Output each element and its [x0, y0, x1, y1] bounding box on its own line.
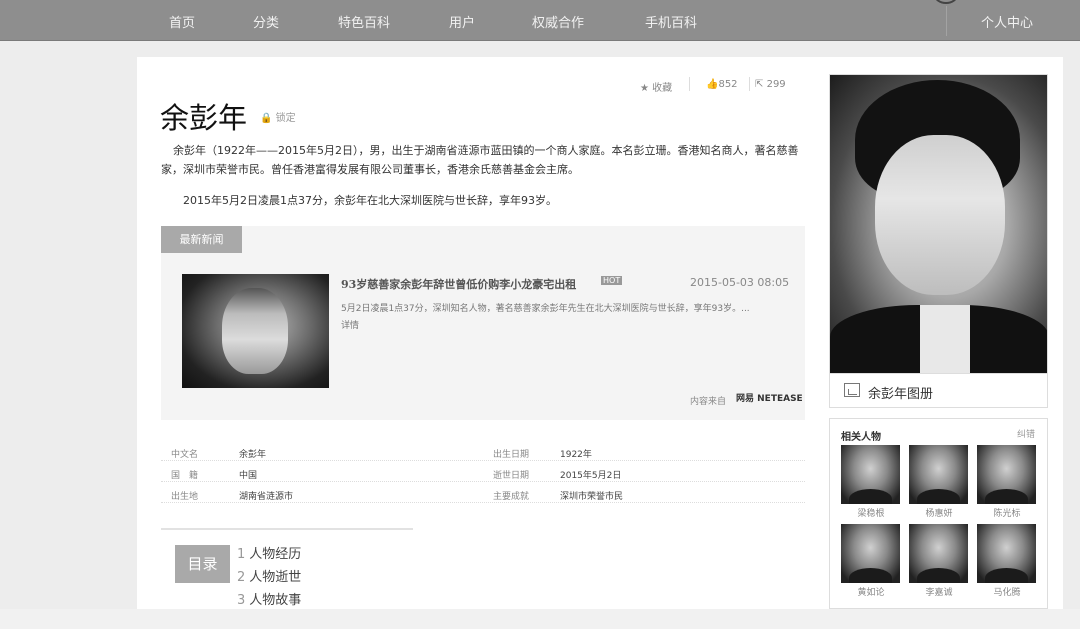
favorite-button[interactable]: ★ 收藏	[640, 79, 672, 94]
related-person[interactable]: 李嘉诚	[909, 524, 969, 598]
info-value: 湖南省涟源市	[239, 492, 294, 502]
toc-label: 目录	[175, 545, 230, 583]
related-person[interactable]: 杨惠妍	[909, 445, 969, 519]
toc-item[interactable]: 2 人物逝世	[237, 566, 301, 585]
info-value: 深圳市荣誉市民	[560, 492, 624, 502]
person-avatar	[977, 524, 1036, 583]
person-name: 梁稳根	[857, 509, 885, 519]
like-count: 852	[718, 79, 738, 90]
news-detail-link[interactable]: 详情	[341, 321, 359, 331]
action-divider	[689, 77, 690, 91]
correction-link[interactable]: 纠错	[1017, 427, 1035, 440]
related-person[interactable]: 陈光标	[977, 445, 1037, 519]
toc-divider	[161, 528, 413, 530]
album-link[interactable]: 余彭年图册	[829, 374, 1048, 408]
death-paragraph: 2015年5月2日凌晨1点37分，余彭年在北大深圳医院与世长辞，享年93岁。	[183, 194, 557, 207]
info-value: 1922年	[560, 450, 592, 460]
top-navigation-bar: 首页 分类 特色百科 用户 权威合作 手机百科 个人中心	[0, 0, 1080, 41]
toc-number: 2	[237, 570, 246, 585]
bottom-strip	[0, 609, 1080, 629]
share-count: 299	[766, 79, 786, 90]
nav-mobile[interactable]: 手机百科	[645, 12, 697, 31]
related-people-panel: 相关人物 纠错 梁稳根 杨惠妍 陈光标 黄如论 李嘉诚 马化腾	[829, 418, 1048, 609]
info-label: 出生地	[171, 492, 199, 502]
lock-icon: 🔒	[260, 113, 273, 124]
person-avatar	[841, 524, 900, 583]
news-headline[interactable]: 93岁慈善家余彭年辞世曾低价购李小龙豪宅出租	[341, 276, 576, 292]
portrait-shape	[920, 305, 970, 373]
nav-category[interactable]: 分类	[253, 12, 279, 31]
person-name: 马化腾	[993, 588, 1021, 598]
nav-featured[interactable]: 特色百科	[338, 12, 390, 31]
toc-text: 人物经历	[249, 547, 302, 562]
summary-paragraph: 余彭年（1922年——2015年5月2日），男，出生于湖南省涟源市蓝田镇的一个商…	[161, 144, 799, 176]
page-title: 余彭年	[160, 101, 248, 135]
toc-item[interactable]: 3 人物故事	[237, 589, 301, 608]
person-name: 黄如论	[857, 588, 885, 598]
related-heading: 相关人物	[841, 432, 881, 443]
favorite-label: 收藏	[652, 83, 673, 94]
info-row: 中文名 余彭年 出生日期 1922年	[161, 444, 805, 461]
info-row: 出生地 湖南省涟源市 主要成就 深圳市荣誉市民	[161, 486, 805, 503]
hot-badge: HOT	[601, 276, 623, 285]
related-person[interactable]: 梁稳根	[841, 445, 901, 519]
netease-logo[interactable]: 网易 NETEASE	[736, 391, 803, 404]
nav-partners[interactable]: 权威合作	[532, 12, 584, 31]
toc-text: 人物故事	[249, 593, 302, 608]
star-icon: ★	[640, 83, 649, 94]
info-label: 国 籍	[171, 471, 199, 481]
toc-item[interactable]: 1 人物经历	[237, 543, 301, 562]
nav-users[interactable]: 用户	[449, 12, 475, 31]
share-button[interactable]: ⇱ 299	[755, 79, 786, 90]
info-row: 国 籍 中国 逝世日期 2015年5月2日	[161, 465, 805, 482]
image-gallery-icon	[844, 383, 860, 397]
portrait-shape	[875, 135, 1005, 295]
info-label: 中文名	[171, 450, 199, 460]
info-value: 余彭年	[239, 450, 267, 460]
tab-latest-news[interactable]: 最新新闻	[161, 226, 242, 253]
lock-label: 锁定	[275, 113, 296, 124]
news-excerpt: 5月2日凌晨1点37分，深圳知名人物，著名慈善家余彭年先生在北大深圳医院与世长辞…	[341, 301, 786, 335]
source-label: 内容来自	[690, 397, 727, 407]
toc-number: 1	[237, 547, 246, 562]
info-label: 主要成就	[493, 492, 530, 502]
nav-divider	[946, 6, 947, 36]
ring-icon	[934, 0, 958, 4]
person-name: 杨惠妍	[925, 509, 953, 519]
person-name: 李嘉诚	[925, 588, 953, 598]
action-divider	[749, 77, 750, 91]
portrait-shape	[222, 288, 288, 374]
news-excerpt-text: 5月2日凌晨1点37分，深圳知名人物，著名慈善家余彭年先生在北大深圳医院与世长辞…	[341, 304, 750, 314]
related-person[interactable]: 黄如论	[841, 524, 901, 598]
person-avatar	[909, 445, 968, 504]
thumb-up-icon: 👍	[706, 79, 719, 90]
info-value: 中国	[239, 471, 258, 481]
person-avatar	[909, 524, 968, 583]
news-date: 2015-05-03 08:05	[690, 276, 790, 289]
info-label: 出生日期	[493, 450, 530, 460]
share-icon: ⇱	[755, 79, 764, 90]
person-avatar	[841, 445, 900, 504]
nav-home[interactable]: 首页	[169, 12, 195, 31]
user-center-link[interactable]: 个人中心	[981, 12, 1033, 31]
related-person[interactable]: 马化腾	[977, 524, 1037, 598]
info-label: 逝世日期	[493, 471, 530, 481]
toc-text: 人物逝世	[249, 570, 302, 585]
news-thumbnail[interactable]	[182, 274, 329, 388]
main-portrait[interactable]	[829, 74, 1048, 374]
info-value: 2015年5月2日	[560, 471, 622, 481]
like-button[interactable]: 👍852	[706, 79, 738, 90]
toc-number: 3	[237, 593, 246, 608]
album-label: 余彭年图册	[868, 387, 934, 402]
lock-status: 🔒 锁定	[260, 109, 296, 124]
person-avatar	[977, 445, 1036, 504]
person-name: 陈光标	[993, 509, 1021, 519]
